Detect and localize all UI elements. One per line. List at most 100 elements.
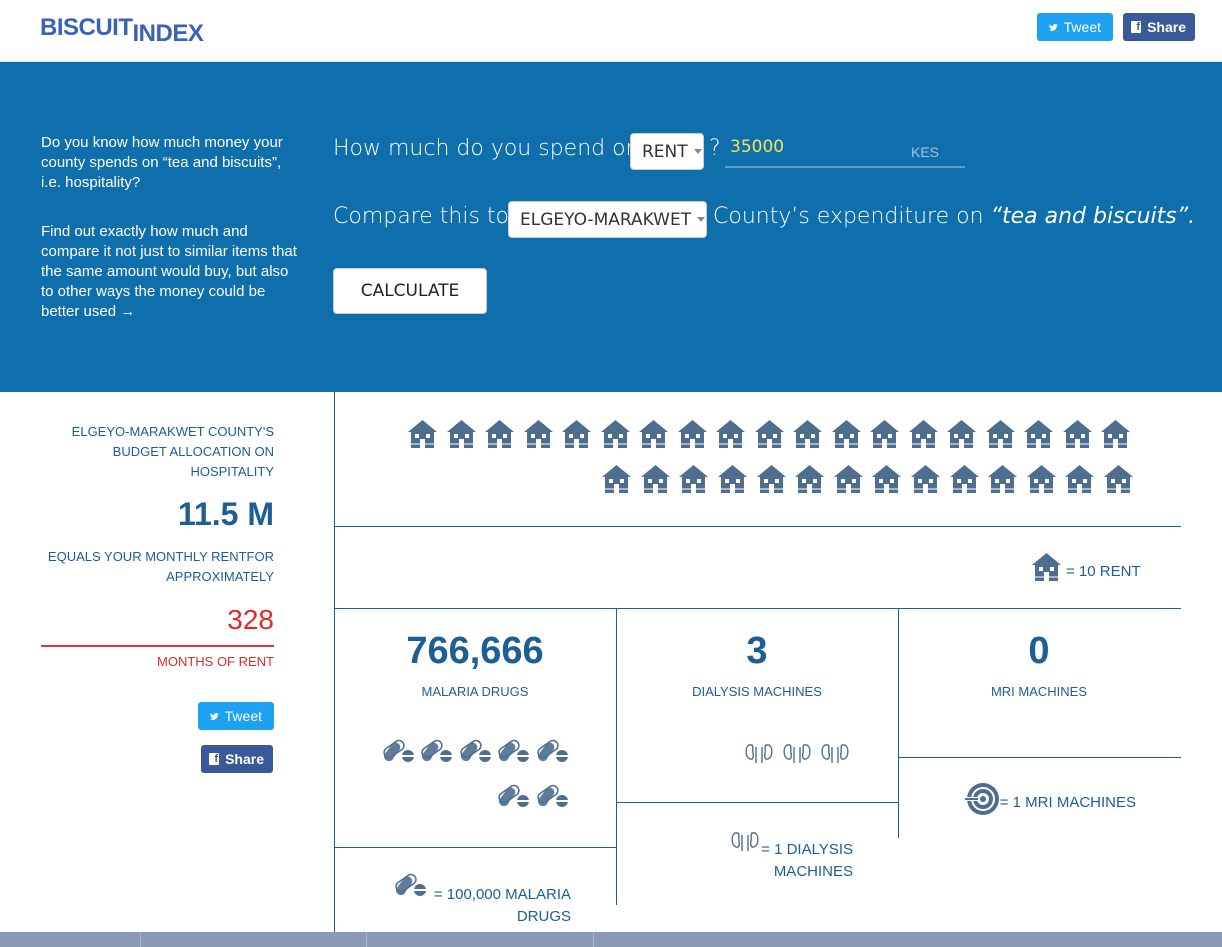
- house-icon: [715, 419, 746, 454]
- dialysis-machines-value: 3: [746, 630, 768, 672]
- house-icon: [985, 419, 1016, 454]
- house-icon: [1023, 419, 1054, 454]
- house-icon: [561, 419, 592, 454]
- twitter-icon: [1049, 23, 1058, 31]
- house-icon: [601, 464, 632, 499]
- share-label: Share: [1147, 19, 1186, 35]
- kidney-icon: [745, 741, 773, 770]
- house-icon: [756, 464, 787, 499]
- calculate-button[interactable]: CALCULATE: [333, 268, 487, 314]
- calculator-panel: Do you know how much money your county s…: [0, 62, 1222, 392]
- summary-panel: ELGEYO-MARAKWET COUNTY'S BUDGET ALLOCATI…: [0, 392, 334, 947]
- compare-item: “tea and biscuits”.: [990, 204, 1196, 229]
- house-icon: [407, 419, 438, 454]
- rent-legend: = 10 RENT: [1066, 563, 1141, 580]
- pill-icon: [458, 739, 492, 768]
- dialysis-machines-label: DIALYSIS MACHINES: [692, 684, 822, 699]
- mri-legend: = 1 MRI MACHINES: [999, 794, 1136, 811]
- share-button[interactable]: f Share: [1123, 13, 1195, 41]
- amount-value: 35000: [730, 137, 785, 157]
- intro-detail-text: Find out exactly how much and compare it…: [41, 223, 297, 320]
- divider: [334, 608, 1181, 609]
- footer: [0, 932, 1222, 947]
- tweet-button[interactable]: Tweet: [1037, 13, 1113, 41]
- dialysis-legend: = 1 DIALYSIS MACHINES: [761, 841, 853, 880]
- allocation-label: ELGEYO-MARAKWET COUNTY'S BUDGET ALLOCATI…: [71, 424, 274, 479]
- divider: [898, 757, 1181, 758]
- house-icon: [678, 464, 709, 499]
- house-icon: [446, 419, 477, 454]
- compare-suffix: County’s expenditure on “tea and biscuit…: [713, 204, 1195, 229]
- county-value: ELGEYO-MARAKWET: [520, 209, 692, 230]
- equals-label: EQUALS YOUR MONTHLY RENTFOR APPROXIMATEL…: [47, 549, 274, 584]
- house-icon: [987, 464, 1018, 499]
- currency-label: KES: [911, 144, 940, 160]
- malaria-drugs-label: MALARIA DRUGS: [421, 684, 529, 699]
- divider: [334, 526, 1181, 527]
- chevron-down-icon: [693, 149, 702, 154]
- house-icon: [600, 419, 631, 454]
- facebook-icon: f: [209, 753, 220, 765]
- months-label: MONTHS OF RENT: [157, 654, 274, 669]
- compare-suffix-text: County’s expenditure on: [713, 204, 984, 229]
- spend-item-select[interactable]: RENT: [630, 133, 704, 170]
- house-icon: [1064, 464, 1095, 499]
- house-icon: [1062, 419, 1093, 454]
- amount-input[interactable]: 35000 KES: [725, 134, 965, 168]
- twitter-icon: [210, 712, 219, 720]
- house-icon: [640, 464, 671, 499]
- months-value: 328: [227, 604, 274, 635]
- spend-item-value: RENT: [642, 141, 688, 162]
- top-bar: BISCUITINDEX Tweet f Share: [0, 0, 1222, 62]
- pill-icon: [419, 739, 453, 768]
- logo-text-index: INDEX: [132, 20, 204, 47]
- tweet-label: Tweet: [224, 708, 262, 724]
- tweet-label: Tweet: [1063, 19, 1101, 35]
- house-icon: [831, 419, 862, 454]
- summary-tweet-button[interactable]: Tweet: [198, 702, 274, 730]
- house-icon: [484, 419, 515, 454]
- county-select[interactable]: ELGEYO-MARAKWET: [508, 201, 707, 238]
- house-icon: [523, 419, 554, 454]
- malaria-drugs-value: 766,666: [406, 630, 544, 672]
- divider: [41, 645, 274, 647]
- pill-icon: [535, 739, 569, 768]
- logo-text-biscuit: BISCUIT: [40, 14, 133, 41]
- intro-text: Do you know how much money your county s…: [41, 134, 283, 191]
- spend-question: How much do you spend on: [333, 136, 640, 161]
- pill-icon: [496, 784, 530, 813]
- kidney-icon: [783, 741, 811, 770]
- house-icon: [871, 464, 902, 499]
- mri-machines-value: 0: [1028, 630, 1050, 672]
- logo[interactable]: BISCUITINDEX: [40, 14, 204, 47]
- house-icon: [1100, 419, 1131, 454]
- house-icon: [1026, 464, 1057, 499]
- house-icon: [677, 419, 708, 454]
- house-icon: [908, 419, 939, 454]
- house-icon: [833, 464, 864, 499]
- house-icon: [754, 419, 785, 454]
- pill-icon: [535, 784, 569, 813]
- chevron-down-icon: [697, 217, 706, 222]
- house-icon: [792, 419, 823, 454]
- divider: [616, 802, 898, 803]
- house-icon: [949, 464, 980, 499]
- malaria-legend: = 100,000 MALARIA DRUGS: [433, 886, 571, 925]
- house-icon: [910, 464, 941, 499]
- facebook-icon: f: [1131, 21, 1142, 33]
- house-icon: [1031, 552, 1062, 587]
- house-icon: [869, 419, 900, 454]
- house-icon: [794, 464, 825, 499]
- kidney-icon: [821, 741, 849, 770]
- house-icon: [1103, 464, 1134, 499]
- summary-share-button[interactable]: f Share: [201, 745, 273, 773]
- mri-machines-label: MRI MACHINES: [990, 684, 1088, 699]
- question-mark: ?: [709, 136, 721, 161]
- divider: [334, 847, 616, 848]
- pill-icon: [496, 739, 530, 768]
- house-icon: [638, 419, 669, 454]
- share-label: Share: [225, 751, 264, 767]
- house-icon: [717, 464, 748, 499]
- pill-icon: [381, 739, 415, 768]
- compare-prefix: Compare this to: [333, 204, 510, 229]
